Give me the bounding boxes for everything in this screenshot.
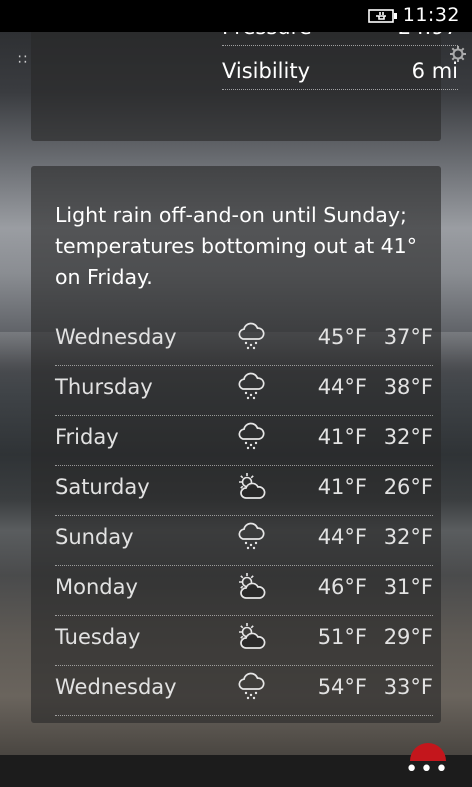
forecast-high: 46°F [317, 575, 367, 599]
forecast-row: Monday 46°F 31°F [55, 565, 433, 616]
forecast-row: Tuesday 51°F 29°F [55, 615, 433, 666]
forecast-low: 32°F [383, 425, 433, 449]
forecast-day: Monday [55, 575, 138, 599]
forecast-high: 44°F [317, 375, 367, 399]
forecast-row: Saturday 41°F 26°F [55, 465, 433, 516]
forecast-high: 54°F [317, 675, 367, 699]
forecast-high: 45°F [317, 325, 367, 349]
forecast-low: 29°F [383, 625, 433, 649]
partly-cloudy-icon [235, 571, 267, 603]
forecast-day: Saturday [55, 475, 150, 499]
grid-icon[interactable]: ∷ [18, 52, 27, 68]
rain-icon [235, 321, 267, 353]
forecast-day: Wednesday [55, 675, 177, 699]
detail-label: Visibility [222, 59, 311, 83]
forecast-day: Sunday [55, 525, 134, 549]
rain-icon [235, 371, 267, 403]
detail-value: 6 mi [411, 59, 458, 83]
forecast-day: Thursday [55, 375, 153, 399]
detail-row-visibility: Visibility 6 mi [222, 49, 458, 90]
partly-cloudy-icon [235, 621, 267, 653]
forecast-panel: Light rain off-and-on until Sunday; temp… [31, 166, 441, 723]
forecast-low: 32°F [383, 525, 433, 549]
status-bar: 11:32 [0, 0, 472, 32]
forecast-low: 26°F [383, 475, 433, 499]
forecast-day: Friday [55, 425, 119, 449]
rain-icon [235, 421, 267, 453]
forecast-high: 41°F [317, 425, 367, 449]
more-button[interactable]: ••• [405, 757, 450, 782]
rain-icon [235, 521, 267, 553]
gear-icon[interactable] [450, 46, 466, 62]
forecast-high: 44°F [317, 525, 367, 549]
forecast-row: Sunday 44°F 32°F [55, 515, 433, 566]
battery-charging-icon [368, 9, 397, 23]
forecast-day: Wednesday [55, 325, 177, 349]
forecast-low: 31°F [383, 575, 433, 599]
forecast-row: Wednesday 54°F 33°F [55, 665, 433, 716]
forecast-high: 51°F [317, 625, 367, 649]
forecast-row: Friday 41°F 32°F [55, 415, 433, 466]
forecast-summary: Light rain off-and-on until Sunday; temp… [55, 203, 417, 289]
forecast-high: 41°F [317, 475, 367, 499]
forecast-row: Wednesday 45°F 37°F [55, 315, 433, 366]
forecast-day: Tuesday [55, 625, 141, 649]
forecast-low: 38°F [383, 375, 433, 399]
rain-icon [235, 671, 267, 703]
partly-cloudy-icon [235, 471, 267, 503]
forecast-low: 33°F [383, 675, 433, 699]
clock: 11:32 [402, 4, 460, 26]
forecast-row: Thursday 44°F 38°F [55, 365, 433, 416]
app-bar: ••• [0, 743, 472, 787]
forecast-low: 37°F [383, 325, 433, 349]
